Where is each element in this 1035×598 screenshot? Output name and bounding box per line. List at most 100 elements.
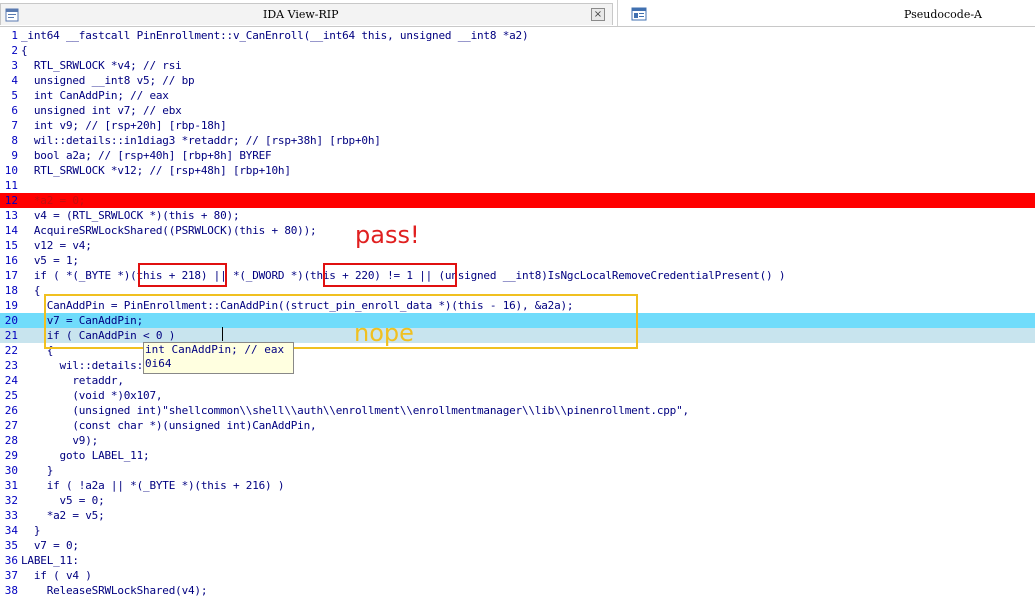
line-number: 28 bbox=[4, 434, 18, 447]
code-line[interactable]: 6 unsigned int v7; // ebx bbox=[0, 103, 1035, 118]
code-text[interactable]: v5 = 1; bbox=[21, 253, 79, 268]
line-number: 21 bbox=[4, 329, 18, 342]
code-line[interactable]: 4 unsigned __int8 v5; // bp bbox=[0, 73, 1035, 88]
line-number: 38 bbox=[4, 584, 18, 597]
line-number: 5 bbox=[11, 89, 18, 102]
code-line[interactable]: 27 (const char *)(unsigned int)CanAddPin… bbox=[0, 418, 1035, 433]
code-line[interactable]: 14 AcquireSRWLockShared((PSRWLOCK)(this … bbox=[0, 223, 1035, 238]
line-number: 36 bbox=[4, 554, 18, 567]
yellow-highlight-box bbox=[44, 294, 638, 349]
line-number: 7 bbox=[11, 119, 18, 132]
pass-note: pass! bbox=[355, 221, 420, 249]
red-highlight-box bbox=[323, 263, 457, 287]
code-text[interactable]: if ( !a2a || *(_BYTE *)(this + 216) ) bbox=[21, 478, 285, 493]
code-line[interactable]: 25 (void *)0x107, bbox=[0, 388, 1035, 403]
line-number: 6 bbox=[11, 104, 18, 117]
hover-tooltip: int CanAddPin; // eax 0i64 bbox=[143, 342, 294, 374]
line-number: 3 bbox=[11, 59, 18, 72]
code-line[interactable]: 8 wil::details::in1diag3 *retaddr; // [r… bbox=[0, 133, 1035, 148]
code-line[interactable]: 15 v12 = v4; bbox=[0, 238, 1035, 253]
line-number: 17 bbox=[4, 269, 18, 282]
code-line[interactable]: 31 if ( !a2a || *(_BYTE *)(this + 216) ) bbox=[0, 478, 1035, 493]
line-number: 9 bbox=[11, 149, 18, 162]
code-text[interactable]: } bbox=[21, 463, 54, 478]
line-number: 16 bbox=[4, 254, 18, 267]
line-number: 32 bbox=[4, 494, 18, 507]
close-icon[interactable]: × bbox=[591, 8, 605, 21]
line-number: 2 bbox=[11, 44, 18, 57]
code-line[interactable]: 1 _int64 __fastcall PinEnrollment::v_CanE… bbox=[0, 28, 1035, 43]
code-text[interactable]: LABEL_11: bbox=[21, 553, 79, 568]
code-line[interactable]: 2{ bbox=[0, 43, 1035, 58]
tab-title: Pseudocode-A bbox=[904, 8, 983, 21]
code-line[interactable]: 33 *a2 = v5; bbox=[0, 508, 1035, 523]
code-line[interactable]: 9 bool a2a; // [rsp+40h] [rbp+8h] BYREF bbox=[0, 148, 1035, 163]
code-line[interactable]: 11 bbox=[0, 178, 1035, 193]
line-number: 4 bbox=[11, 74, 18, 87]
code-line[interactable]: 28 v9); bbox=[0, 433, 1035, 448]
code-text[interactable]: if ( v4 ) bbox=[21, 568, 92, 583]
ida-view-icon bbox=[5, 7, 19, 26]
code-text[interactable]: (void *)0x107, bbox=[21, 388, 162, 403]
line-number: 33 bbox=[4, 509, 18, 522]
code-text[interactable]: RTL_SRWLOCK *v4; // rsi bbox=[21, 58, 182, 73]
code-text[interactable]: int v9; // [rsp+20h] [rbp-18h] bbox=[21, 118, 227, 133]
line-number: 20 bbox=[4, 314, 18, 327]
line-number: 23 bbox=[4, 359, 18, 372]
code-text[interactable]: *a2 = 0; bbox=[21, 193, 86, 208]
code-text[interactable]: int CanAddPin; // eax bbox=[21, 88, 169, 103]
code-line[interactable]: 35 v7 = 0; bbox=[0, 538, 1035, 553]
code-text[interactable]: unsigned __int8 v5; // bp bbox=[21, 73, 195, 88]
code-line[interactable]: 13 v4 = (RTL_SRWLOCK *)(this + 80); bbox=[0, 208, 1035, 223]
code-line[interactable]: 30 } bbox=[0, 463, 1035, 478]
code-line[interactable]: 3 RTL_SRWLOCK *v4; // rsi bbox=[0, 58, 1035, 73]
code-line[interactable]: 34 } bbox=[0, 523, 1035, 538]
line-number: 22 bbox=[4, 344, 18, 357]
code-text[interactable]: v5 = 0; bbox=[21, 493, 105, 508]
code-text[interactable]: { bbox=[21, 283, 41, 298]
line-number: 12 bbox=[4, 194, 18, 207]
code-line[interactable]: 38 ReleaseSRWLockShared(v4); bbox=[0, 583, 1035, 598]
line-number: 19 bbox=[4, 299, 18, 312]
code-text[interactable]: } bbox=[21, 523, 41, 538]
code-text[interactable]: { bbox=[21, 43, 28, 58]
code-text[interactable]: v4 = (RTL_SRWLOCK *)(this + 80); bbox=[21, 208, 240, 223]
code-text[interactable]: goto LABEL_11; bbox=[21, 448, 150, 463]
code-line[interactable]: 36 LABEL_11: bbox=[0, 553, 1035, 568]
code-line[interactable]: 12 *a2 = 0; bbox=[0, 193, 1035, 208]
line-number: 1 bbox=[11, 29, 18, 42]
code-text[interactable]: unsigned int v7; // ebx bbox=[21, 103, 182, 118]
code-line[interactable]: 10 RTL_SRWLOCK *v12; // [rsp+48h] [rbp+1… bbox=[0, 163, 1035, 178]
code-text[interactable]: ReleaseSRWLockShared(v4); bbox=[21, 583, 208, 598]
line-number: 31 bbox=[4, 479, 18, 492]
code-text[interactable]: bool a2a; // [rsp+40h] [rbp+8h] BYREF bbox=[21, 148, 272, 163]
code-line[interactable]: 29 goto LABEL_11; bbox=[0, 448, 1035, 463]
code-line[interactable]: 37 if ( v4 ) bbox=[0, 568, 1035, 583]
nope-note: nope bbox=[354, 319, 414, 347]
line-number: 8 bbox=[11, 134, 18, 147]
code-text[interactable]: v9); bbox=[21, 433, 98, 448]
code-line[interactable]: 24 retaddr, bbox=[0, 373, 1035, 388]
line-number: 13 bbox=[4, 209, 18, 222]
code-text[interactable]: v7 = 0; bbox=[21, 538, 79, 553]
tab-ida-view[interactable]: IDA View-RIP × bbox=[0, 3, 613, 25]
code-text[interactable]: AcquireSRWLockShared((PSRWLOCK)(this + 8… bbox=[21, 223, 317, 238]
code-text[interactable]: (unsigned int)"shellcommon\\shell\\auth\… bbox=[21, 403, 689, 418]
line-number: 15 bbox=[4, 239, 18, 252]
code-text[interactable]: (const char *)(unsigned int)CanAddPin, bbox=[21, 418, 316, 433]
pseudocode-icon bbox=[631, 6, 647, 25]
code-text[interactable]: wil::details::in1diag3 *retaddr; // [rsp… bbox=[21, 133, 381, 148]
code-line[interactable]: 26 (unsigned int)"shellcommon\\shell\\au… bbox=[0, 403, 1035, 418]
code-line[interactable]: 7 int v9; // [rsp+20h] [rbp-18h] bbox=[0, 118, 1035, 133]
code-line[interactable]: 5 int CanAddPin; // eax bbox=[0, 88, 1035, 103]
code-text[interactable]: RTL_SRWLOCK *v12; // [rsp+48h] [rbp+10h] bbox=[21, 163, 291, 178]
tab-pseudocode[interactable]: Pseudocode-A bbox=[617, 0, 1035, 26]
tab-title: IDA View-RIP bbox=[263, 8, 339, 21]
code-text[interactable]: *a2 = v5; bbox=[21, 508, 105, 523]
code-line[interactable]: 32 v5 = 0; bbox=[0, 493, 1035, 508]
code-text[interactable]: _int64 __fastcall PinEnrollment::v_CanEn… bbox=[21, 28, 529, 43]
line-number: 26 bbox=[4, 404, 18, 417]
code-text[interactable]: retaddr, bbox=[21, 373, 124, 388]
code-text[interactable]: v12 = v4; bbox=[21, 238, 92, 253]
tooltip-line: int CanAddPin; // eax bbox=[145, 343, 285, 356]
